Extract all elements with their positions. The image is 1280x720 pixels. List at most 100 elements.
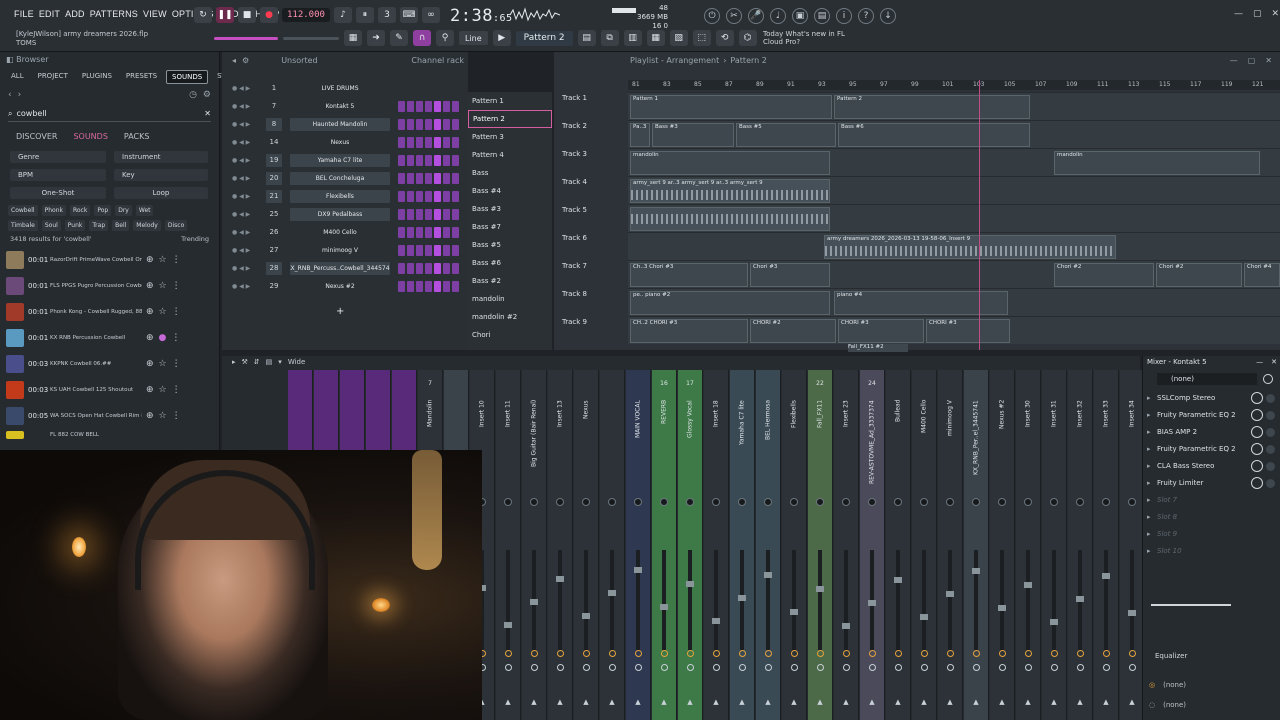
stereo-knob[interactable]: [1051, 664, 1058, 671]
pattern-item[interactable]: Bass #2: [468, 272, 552, 290]
pan-knob[interactable]: [946, 498, 954, 506]
list-item[interactable]: FL 882 COW BELL: [0, 429, 219, 441]
channel-toggles[interactable]: ● ◀ ▶: [222, 121, 266, 128]
master-pitch-slider[interactable]: [283, 36, 339, 40]
volume-fader[interactable]: [974, 550, 978, 650]
track-label[interactable]: Track 4: [562, 178, 587, 186]
tag-dry[interactable]: Dry: [115, 205, 132, 216]
stereo-knob[interactable]: [1025, 664, 1032, 671]
pattern-clip[interactable]: Pa..3: [630, 123, 650, 147]
mixer-strip[interactable]: Nexus #2 ▲: [990, 370, 1015, 720]
pan-knob[interactable]: [738, 498, 746, 506]
stereo-knob[interactable]: [843, 664, 850, 671]
star-icon[interactable]: ☆: [159, 385, 167, 395]
stereo-knob[interactable]: [791, 664, 798, 671]
stereo-knob[interactable]: [947, 664, 954, 671]
stereo-knob[interactable]: [687, 664, 694, 671]
send-knob[interactable]: [947, 650, 954, 657]
menu-edit[interactable]: EDIT: [39, 9, 60, 19]
rack-options-icon[interactable]: ◂: [232, 56, 236, 65]
volume-fader[interactable]: [636, 550, 640, 650]
step-sequencer[interactable]: [398, 191, 459, 202]
stereo-knob[interactable]: [817, 664, 824, 671]
fader-cap[interactable]: [920, 614, 928, 620]
metronome-icon[interactable]: ♪: [333, 7, 352, 23]
pencil-icon[interactable]: ✎: [390, 30, 408, 46]
pattern-clip[interactable]: Bass #6: [838, 123, 1030, 147]
route-arrow-icon[interactable]: ▲: [1068, 698, 1092, 706]
route-arrow-icon[interactable]: ▲: [964, 698, 988, 706]
fader-cap[interactable]: [946, 591, 954, 597]
route-arrow-icon[interactable]: ▲: [704, 698, 728, 706]
pattern-item[interactable]: Bass #6: [468, 254, 552, 272]
mixer-strip[interactable]: Insert 11 ▲: [496, 370, 521, 720]
mixer-strip[interactable]: Bullead ▲: [886, 370, 911, 720]
pattern-clip[interactable]: Fall_FX11 #2: [848, 344, 908, 352]
send-knob[interactable]: [973, 650, 980, 657]
route-arrow-icon[interactable]: ▲: [574, 698, 598, 706]
browser-icon[interactable]: ▧: [669, 30, 688, 46]
mixer-strip[interactable]: 24 REV-ASTOVME_Ad_3337374 ▲: [860, 370, 885, 720]
effect-slot[interactable]: ▸ SSLComp Stereo: [1147, 390, 1275, 406]
stereo-knob[interactable]: [973, 664, 980, 671]
fader-cap[interactable]: [530, 599, 538, 605]
stereo-knob[interactable]: [713, 664, 720, 671]
list-item[interactable]: 00:03 KS UAH Cowbell 125 Shoutout ⊕ ☆ ⋮: [0, 377, 219, 403]
channel-row[interactable]: ● ◀ ▶ 1 LIVE DRUMS: [222, 80, 468, 97]
mixer-strip[interactable]: ▲: [600, 370, 625, 720]
pattern-item[interactable]: Bass #4: [468, 182, 552, 200]
tag-soul[interactable]: Soul: [41, 220, 61, 231]
more-icon[interactable]: ⋮: [172, 359, 181, 369]
stereo-knob[interactable]: [921, 664, 928, 671]
pattern-clip[interactable]: Bass #3: [652, 123, 734, 147]
stereo-knob[interactable]: [609, 664, 616, 671]
volume-fader[interactable]: [896, 550, 900, 650]
fader-cap[interactable]: [764, 572, 772, 578]
pattern-clip[interactable]: Chori #2: [1156, 263, 1242, 287]
pattern-clip[interactable]: Pattern 2: [834, 95, 1030, 119]
volume-fader[interactable]: [506, 550, 510, 650]
add-icon[interactable]: ⊕: [146, 411, 154, 421]
tag-cowbell[interactable]: Cowbell: [8, 205, 38, 216]
cut-icon[interactable]: ✂: [726, 8, 742, 24]
channel-toggles[interactable]: ● ◀ ▶: [222, 139, 266, 146]
channel-toggles[interactable]: ● ◀ ▶: [222, 85, 266, 92]
output-select-2[interactable]: ◌ (none): [1149, 698, 1275, 712]
send-knob[interactable]: [999, 650, 1006, 657]
empty-slot[interactable]: ▸ Slot 7: [1147, 492, 1275, 508]
route-arrow-icon[interactable]: ▲: [626, 698, 650, 706]
channel-row[interactable]: ● ◀ ▶ 14 Nexus: [222, 134, 468, 151]
menu-file[interactable]: FILE: [14, 9, 34, 19]
mixer-strip[interactable]: minimoog V ▲: [938, 370, 963, 720]
volume-fader[interactable]: [1104, 550, 1108, 650]
send-knob[interactable]: [1129, 650, 1136, 657]
volume-fader[interactable]: [1130, 550, 1134, 650]
menu-add[interactable]: ADD: [65, 9, 85, 19]
mix-knob[interactable]: [1251, 409, 1263, 421]
stereo-knob[interactable]: [739, 664, 746, 671]
volume-fader[interactable]: [1000, 550, 1004, 650]
route-arrow-icon[interactable]: ▲: [860, 698, 884, 706]
pan-knob[interactable]: [920, 498, 928, 506]
tag-punk[interactable]: Punk: [64, 220, 86, 231]
key-filter[interactable]: Key: [114, 169, 208, 181]
step-sequencer[interactable]: [398, 173, 459, 184]
channel-row[interactable]: ● ◀ ▶ 26 M400 Cello: [222, 224, 468, 241]
track-lane[interactable]: pe.. piano #2 piano #4: [628, 288, 1280, 316]
channel-row[interactable]: ● ◀ ▶ 7 Kontakt 5: [222, 98, 468, 115]
pan-knob[interactable]: [582, 498, 590, 506]
mixer-strip[interactable]: Insert 32 ▲: [1068, 370, 1093, 720]
route-arrow-icon[interactable]: ▲: [1042, 698, 1066, 706]
mixer-strip[interactable]: 16 REVERB ▲: [652, 370, 677, 720]
pattern-song-toggle-icon[interactable]: ▦: [344, 30, 362, 46]
stereo-knob[interactable]: [505, 664, 512, 671]
step-edit-icon[interactable]: ⌨: [399, 7, 418, 23]
mixer-strip[interactable]: Big Guitar (Bair Renal) ▲: [522, 370, 547, 720]
fader-cap[interactable]: [556, 576, 564, 582]
audio-clip[interactable]: [630, 207, 830, 231]
send-knob[interactable]: [817, 650, 824, 657]
mixer-layout-icon[interactable]: ▤: [266, 358, 273, 366]
tab-plugins[interactable]: PLUGINS: [77, 70, 117, 84]
mixer-strip[interactable]: Flexibells ▲: [782, 370, 807, 720]
play-pattern-icon[interactable]: ▶: [492, 30, 511, 46]
